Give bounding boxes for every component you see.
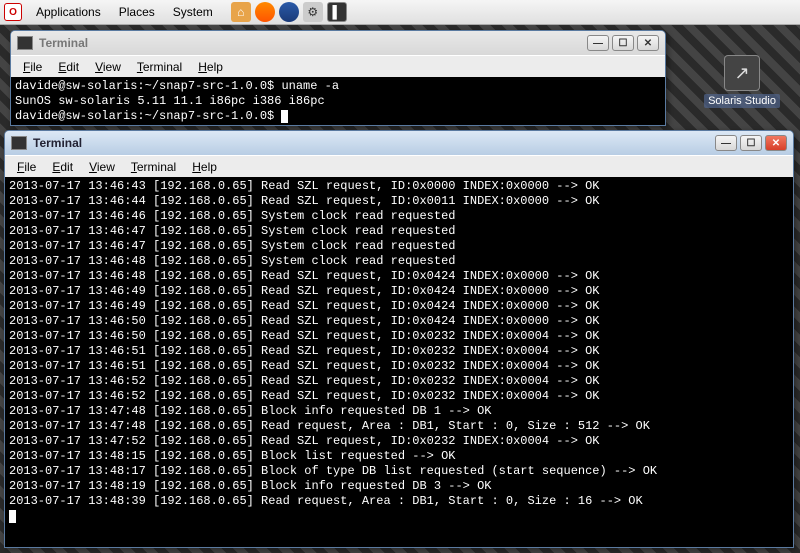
window-title: Terminal: [39, 36, 88, 50]
menubar: FileEditViewTerminalHelp: [11, 55, 665, 77]
titlebar[interactable]: Terminal — ☐ ✕: [11, 31, 665, 55]
menu-view[interactable]: View: [83, 158, 121, 176]
titlebar[interactable]: Terminal — ☐ ✕: [5, 131, 793, 155]
menu-edit[interactable]: Edit: [46, 158, 79, 176]
close-button[interactable]: ✕: [765, 135, 787, 151]
home-icon[interactable]: ⌂: [231, 2, 251, 22]
menu-terminal[interactable]: Terminal: [125, 158, 182, 176]
panel-menu-applications[interactable]: Applications: [28, 5, 109, 19]
terminal-icon: [11, 136, 27, 150]
menu-edit[interactable]: Edit: [52, 58, 85, 76]
minimize-button[interactable]: —: [587, 35, 609, 51]
terminal-window-2[interactable]: Terminal — ☐ ✕ FileEditViewTerminalHelp …: [4, 130, 794, 548]
desktop-icon-solaris-studio[interactable]: ↗ Solaris Studio: [702, 55, 782, 107]
settings-icon[interactable]: ⚙: [303, 2, 323, 22]
terminal-output[interactable]: 2013-07-17 13:46:43 [192.168.0.65] Read …: [5, 177, 793, 547]
close-button[interactable]: ✕: [637, 35, 659, 51]
cursor: [9, 510, 16, 523]
oracle-logo-icon[interactable]: O: [4, 3, 22, 21]
panel-menu-system[interactable]: System: [165, 5, 221, 19]
panel-menu-places[interactable]: Places: [111, 5, 163, 19]
menu-help[interactable]: Help: [186, 158, 223, 176]
maximize-button[interactable]: ☐: [740, 135, 762, 151]
minimize-button[interactable]: —: [715, 135, 737, 151]
gnome-top-panel: O Applications Places System ⌂ ⚙ ▌: [0, 0, 800, 25]
terminal-window-1[interactable]: Terminal — ☐ ✕ FileEditViewTerminalHelp …: [10, 30, 666, 126]
menu-view[interactable]: View: [89, 58, 127, 76]
terminal-icon: [17, 36, 33, 50]
menu-file[interactable]: File: [17, 58, 48, 76]
terminal-launcher-icon[interactable]: ▌: [327, 2, 347, 22]
menu-terminal[interactable]: Terminal: [131, 58, 188, 76]
maximize-button[interactable]: ☐: [612, 35, 634, 51]
window-title: Terminal: [33, 136, 82, 150]
menubar: FileEditViewTerminalHelp: [5, 155, 793, 177]
cursor: [281, 110, 288, 123]
firefox-icon[interactable]: [255, 2, 275, 22]
terminal-output[interactable]: davide@sw-solaris:~/snap7-src-1.0.0$ una…: [11, 77, 665, 125]
thunderbird-icon[interactable]: [279, 2, 299, 22]
menu-file[interactable]: File: [11, 158, 42, 176]
menu-help[interactable]: Help: [192, 58, 229, 76]
arrow-icon: ↗: [724, 55, 760, 91]
desktop-icon-label: Solaris Studio: [704, 94, 780, 108]
